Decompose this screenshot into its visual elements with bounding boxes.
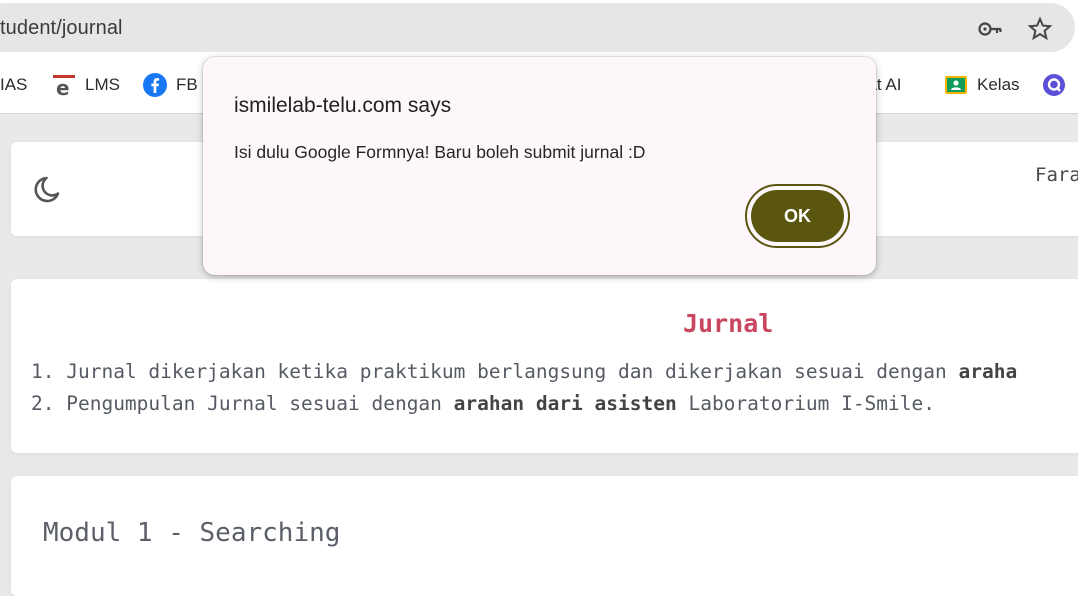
bookmark-label: IAS [0,75,28,94]
rule-text: Pengumpulan Jurnal sesuai dengan [66,392,454,415]
lms-e-icon: e [53,75,75,97]
facebook-icon [143,73,167,97]
rule-bold-text: arahan dari asisten [453,392,677,415]
password-key-icon[interactable] [977,16,1003,42]
ok-button-label[interactable]: OK [751,190,844,242]
alert-dialog: ismilelab-telu.com says Isi dulu Google … [203,57,876,275]
bookmark-fb[interactable]: FB [143,72,198,98]
ok-button[interactable]: OK [745,184,850,248]
google-classroom-icon [945,76,967,94]
dialog-message: Isi dulu Google Formnya! Baru boleh subm… [234,142,646,162]
rule-number: 2. [31,392,55,415]
bookmark-label: LMS [85,75,120,94]
rule-item-2: 2. Pengumpulan Jurnal sesuai dengan arah… [31,392,935,415]
rule-bold-text: araha [958,360,1018,383]
module-card: Modul 1 - Searching [11,476,1078,596]
bookmark-label: FB [176,75,198,94]
browser-toolbar: tudent/journal [0,0,1078,58]
rule-item-1: 1. Jurnal dikerjakan ketika praktikum be… [31,360,1017,383]
svg-text:e: e [56,76,70,97]
user-name[interactable]: Fara [1035,164,1078,186]
bookmark-lms[interactable]: e LMS [52,72,120,98]
bookmark-star-icon[interactable] [1027,16,1053,42]
module-title: Modul 1 - Searching [43,518,341,548]
bookmark-label: Kelas [977,75,1020,94]
bookmark-kelas[interactable]: Kelas [944,72,1020,98]
bookmark-ias[interactable]: IAS [0,72,27,98]
moon-icon[interactable] [32,172,66,206]
dialog-title: ismilelab-telu.com says [234,94,452,117]
rule-text-after: Laboratorium I-Smile. [676,392,935,415]
journal-info-card: Jurnal 1. Jurnal dikerjakan ketika prakt… [11,279,1078,453]
url-text[interactable]: tudent/journal [0,17,123,40]
bookmark-extra[interactable] [1042,72,1075,98]
quizizz-icon [1043,74,1065,96]
rule-number: 1. [31,360,55,383]
rule-text: Jurnal dikerjakan ketika praktikum berla… [66,360,959,383]
address-bar[interactable]: tudent/journal [0,3,1075,52]
journal-title: Jurnal [683,309,774,338]
